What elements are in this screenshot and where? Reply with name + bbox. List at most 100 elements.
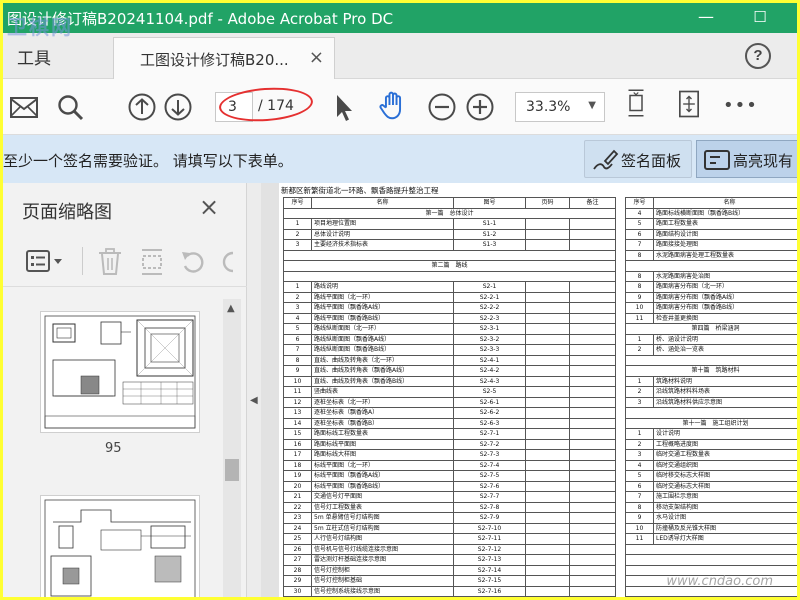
- table-cell: S2-7-6: [453, 480, 526, 492]
- envelope-icon[interactable]: [9, 93, 39, 123]
- table-cell: [525, 239, 570, 251]
- tab-tools[interactable]: 工具: [17, 44, 51, 69]
- table-row: 1 路线说明 S2-1: [283, 281, 616, 293]
- table-cell: 9: [283, 365, 312, 377]
- table-row: 12 逐桩坐标表（北一环） S2-6-1: [283, 396, 616, 408]
- hand-icon[interactable]: [377, 90, 409, 120]
- maximize-button[interactable]: ☐: [737, 3, 783, 33]
- section-heading-cell: [625, 260, 797, 272]
- table-cell: [525, 417, 570, 429]
- signature-panel-button[interactable]: 签名面板: [584, 140, 692, 178]
- table-cell: 9: [625, 291, 654, 303]
- table-cell: 6: [625, 228, 654, 240]
- table-cell: 信号灯工程数量表: [311, 501, 454, 513]
- table-row: 7 路面接接处理图: [625, 239, 797, 251]
- table-row: 1 设计说明: [625, 428, 797, 440]
- arrow-up-circle-icon[interactable]: [127, 92, 157, 122]
- table-cell: 1: [625, 333, 654, 345]
- table-row: 5 临时移交标志大样图: [625, 470, 797, 482]
- table-cell: [569, 522, 616, 534]
- pointer-icon[interactable]: [333, 93, 355, 123]
- scroll-up-icon[interactable]: ▲: [227, 303, 235, 314]
- section-heading-cell: 第十一篇 施工组织计划: [625, 417, 797, 429]
- table-cell: S2-5: [453, 386, 526, 398]
- table-cell: [525, 470, 570, 482]
- zoom-select[interactable]: 33.3% ▼: [515, 92, 605, 122]
- table-header-cell: 名称: [653, 197, 797, 209]
- zoom-out-icon[interactable]: [427, 92, 457, 122]
- table-cell: [569, 554, 616, 566]
- table-cell: [525, 312, 570, 324]
- thumbnails-close-button[interactable]: ×: [199, 193, 219, 221]
- table-cell: 5: [283, 323, 312, 335]
- table-cell: 桥、涵设计说明: [653, 333, 797, 345]
- rotate-ccw-icon[interactable]: [179, 248, 207, 276]
- table-row: 4 路面标线横断面图（飘香路B线）: [625, 207, 797, 219]
- page-thumbnail[interactable]: [40, 495, 200, 597]
- table-row: 3 临时交通工程数量表: [625, 449, 797, 461]
- table-cell: 18: [283, 459, 312, 471]
- minimize-button[interactable]: —: [683, 3, 729, 33]
- page-thumbnail[interactable]: [40, 311, 200, 433]
- trash-icon[interactable]: [97, 247, 123, 277]
- document-view[interactable]: 新都区新繁街道北一环路、飘香路提升整治工程 序号 名称 图号 页码 备注 第一篇 总体设…: [261, 183, 797, 597]
- table-cell: [525, 354, 570, 366]
- table-header-cell: 序号: [283, 197, 312, 209]
- table-cell: 4: [625, 459, 654, 471]
- more-icon[interactable]: •••: [723, 95, 758, 125]
- table-cell: 10: [625, 522, 654, 534]
- table-row: 2 工程概略进度图: [625, 438, 797, 450]
- table-cell: [525, 533, 570, 545]
- fit-page-icon[interactable]: [623, 88, 649, 118]
- table-cell: S2-7-7: [453, 491, 526, 503]
- table-cell: [569, 302, 616, 314]
- table-cell: 11: [283, 386, 312, 398]
- thumbnails-scrollbar[interactable]: ▲: [223, 299, 241, 597]
- crop-icon[interactable]: [139, 247, 165, 277]
- table-cell: [525, 491, 570, 503]
- collapse-arrow-icon[interactable]: ◀: [250, 395, 258, 406]
- arrow-down-circle-icon[interactable]: [163, 92, 193, 122]
- table-cell: 6: [283, 333, 312, 345]
- table-cell: S2-7-14: [453, 564, 526, 576]
- table-cell: 水马设计图: [653, 512, 797, 524]
- scrollbar-thumb[interactable]: [225, 459, 239, 481]
- table-cell: 信号控制系统接线示意图: [311, 585, 454, 597]
- table-row: 第四篇 桥梁涵洞: [625, 323, 797, 335]
- tab-document[interactable]: 工图设计修订稿B20... ×: [113, 37, 335, 79]
- table-cell: S2-6-2: [453, 407, 526, 419]
- fullscreen-icon[interactable]: [675, 89, 703, 119]
- table-cell: 8: [283, 354, 312, 366]
- list-options-icon[interactable]: [25, 249, 65, 273]
- table-cell: S2-7-17: [453, 596, 526, 597]
- help-button[interactable]: ?: [745, 43, 771, 69]
- zoom-in-icon[interactable]: [465, 92, 495, 122]
- table-cell: [525, 386, 570, 398]
- table-cell: S2-4-3: [453, 375, 526, 387]
- table-row: [625, 596, 797, 597]
- search-icon[interactable]: [57, 93, 85, 123]
- table-row: 13 逐桩坐标表（飘香路A） S2-6-2: [283, 407, 616, 419]
- document-page: 新都区新繁街道北一环路、飘香路提升整治工程 序号 名称 图号 页码 备注 第一篇 总体设…: [279, 183, 797, 597]
- table-header-row: 序号 名称 图号 页码 备注: [283, 197, 616, 209]
- table-cell: [525, 291, 570, 303]
- table-row: 11 检查井盖更换图: [625, 312, 797, 324]
- table-row: 1 桥、涵设计说明: [625, 333, 797, 345]
- form-field-icon: [704, 150, 730, 170]
- pane-splitter[interactable]: ◀: [247, 183, 261, 597]
- table-row: 8 水泥路面病害处理工程数量表: [625, 249, 797, 261]
- table-row: 16 路面标线平面图 S2-7-2: [283, 438, 616, 450]
- tab-close-button[interactable]: ×: [309, 47, 324, 68]
- highlight-fields-button[interactable]: 高亮现有: [696, 140, 797, 178]
- table-cell: S2-1: [453, 281, 526, 293]
- table-cell: 逐桩坐标表（飘香路B）: [311, 417, 454, 429]
- thumbnails-title: 页面缩略图: [22, 202, 112, 223]
- table-row: [283, 249, 616, 261]
- rotate-cw-icon[interactable]: [221, 248, 241, 276]
- table-cell: 沿线筑路材料料场表: [653, 386, 797, 398]
- table-cell: 20: [283, 480, 312, 492]
- section-heading-cell: [283, 249, 616, 261]
- table-cell: 桥、涵处治一览表: [653, 344, 797, 356]
- table-cell: S2-7-4: [453, 459, 526, 471]
- table-cell: S2-7-8: [453, 501, 526, 513]
